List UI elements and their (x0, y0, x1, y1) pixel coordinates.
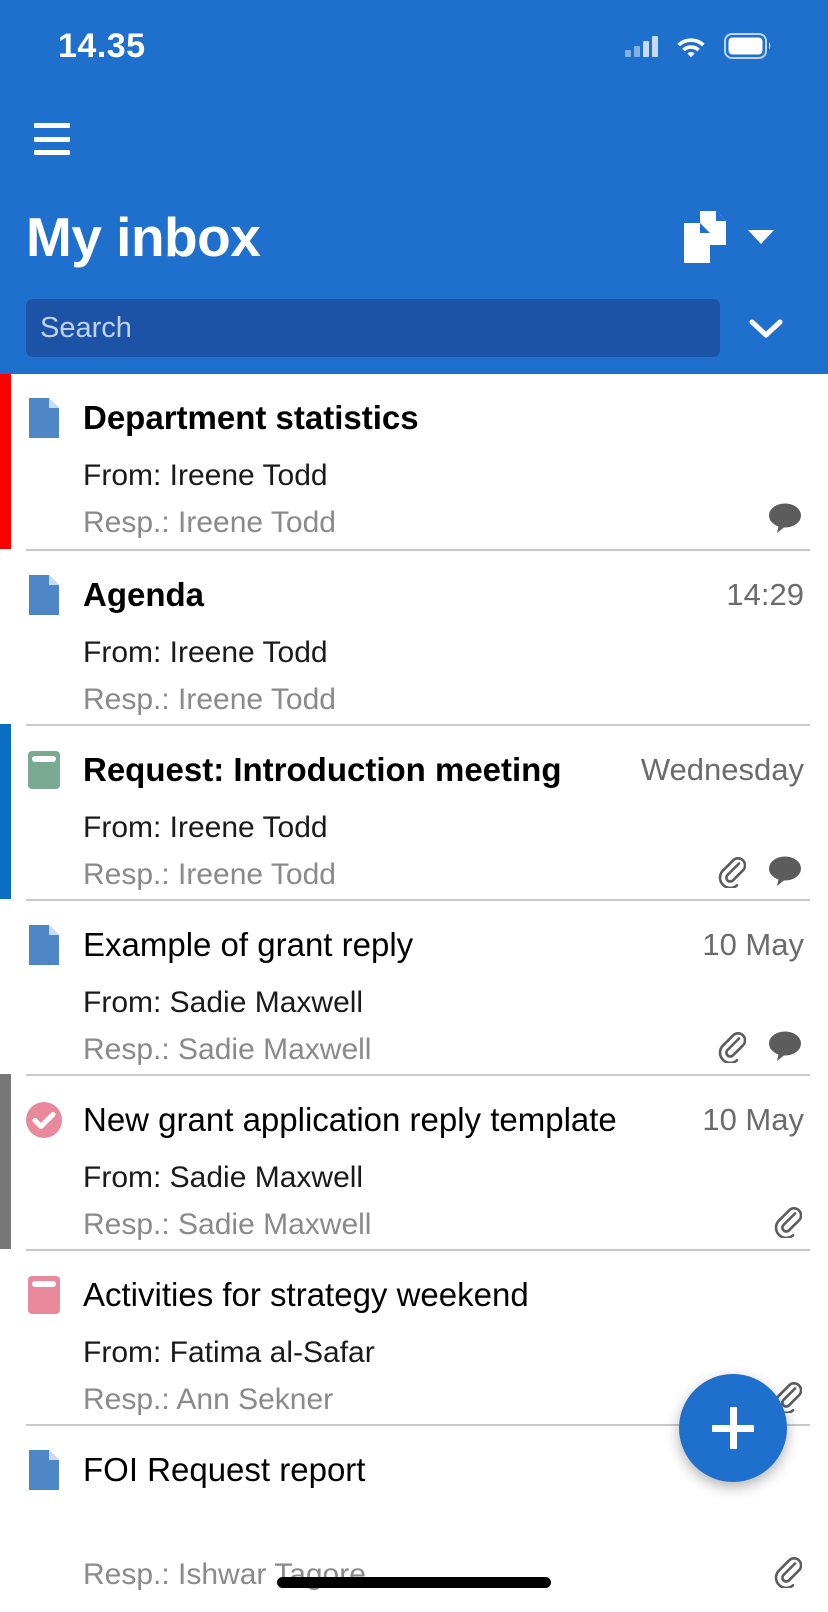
row-markers (716, 854, 802, 888)
check-circle-icon (26, 1102, 62, 1138)
list-item-title: New grant application reply template (83, 1100, 617, 1138)
status-indicators (625, 33, 772, 59)
list-item-responsible: Resp.: Ireene Todd (83, 858, 336, 891)
comment-icon (769, 503, 801, 533)
list-item-icon (26, 1273, 62, 1317)
list-item-title: FOI Request report (83, 1450, 366, 1488)
app-screen: 14.35 My inbox Search Department statist… (0, 0, 828, 1612)
list-item-content: Example of grant reply 10 May From: Sadie … (26, 899, 810, 1074)
add-new-button[interactable] (679, 1374, 787, 1482)
signal-bars-icon (625, 35, 658, 57)
list-item-from: From: Ireene Todd (83, 636, 328, 669)
comment-icon (769, 856, 801, 886)
row-markers (772, 1204, 802, 1238)
status-bar-marker (0, 1074, 11, 1249)
list-item-from: From: Ireene Todd (83, 811, 328, 844)
comment-icon (769, 1031, 801, 1061)
list-item-from: From: Ireene Todd (83, 459, 328, 492)
row-markers (768, 502, 802, 534)
list-item-header: New grant application reply template 10 M… (26, 1098, 810, 1142)
page-title: My inbox (26, 205, 261, 268)
list-item-icon (26, 573, 62, 617)
list-item-responsible: Resp.: Ireene Todd (83, 506, 336, 539)
list-item[interactable]: Request: Introduction meeting Wednesday Fr… (0, 724, 828, 899)
list-item-from: From: Sadie Maxwell (83, 1161, 364, 1194)
list-item-date: 10 May (702, 927, 804, 962)
list-item-icon (26, 923, 62, 967)
wifi-icon (677, 38, 705, 58)
list-item[interactable]: Agenda 14:29 From: Ireene Todd Resp.: Ireen… (0, 549, 828, 724)
list-item-content: Request: Introduction meeting Wednesday Fr… (26, 724, 810, 899)
list-item-from: From: Fatima al-Safar (83, 1336, 375, 1369)
status-bar-marker (0, 374, 11, 549)
attachment-icon (774, 1207, 802, 1238)
list-item-responsible: Resp.: Ireene Todd (83, 683, 336, 716)
document-icon (29, 398, 59, 438)
home-indicator (277, 1577, 551, 1588)
list-item-title: Department statistics (83, 398, 419, 436)
list-item-header: Department statistics (26, 396, 810, 440)
list-item[interactable]: Department statistics From: Ireene Todd Re… (0, 374, 828, 549)
list-item-content: New grant application reply template 10 M… (26, 1074, 810, 1249)
attachment-icon (774, 1557, 802, 1588)
list-item[interactable]: Example of grant reply 10 May From: Sadie … (0, 899, 828, 1074)
binder-icon (28, 751, 60, 789)
list-item-header: Agenda 14:29 (26, 573, 810, 617)
list-item-icon (26, 1448, 62, 1492)
list-item-title: Activities for strategy weekend (83, 1275, 529, 1313)
list-item-title: Request: Introduction meeting (83, 750, 562, 788)
battery-full-icon (724, 33, 771, 59)
caret-down-icon[interactable] (748, 230, 774, 244)
search-row (0, 299, 828, 357)
search-input[interactable] (26, 299, 720, 357)
list-item-header: Request: Introduction meeting Wednesday (26, 748, 810, 792)
list-item-date: 14:29 (726, 577, 804, 612)
list-item-content: Department statistics From: Ireene Todd Re… (26, 374, 810, 549)
list-item-icon (26, 748, 62, 792)
document-icon (29, 925, 59, 965)
list-item-responsible: Resp.: Sadie Maxwell (83, 1208, 372, 1241)
hamburger-menu-icon[interactable] (34, 123, 70, 155)
status-time: 14.35 (58, 27, 146, 65)
list-item-header: Example of grant reply 10 May (26, 923, 810, 967)
row-markers (772, 1554, 802, 1588)
copy-documents-icon[interactable] (680, 209, 734, 265)
list-item-date: Wednesday (640, 752, 804, 787)
list-item-from: From: Sadie Maxwell (83, 986, 364, 1019)
list-item[interactable]: New grant application reply template 10 M… (0, 1074, 828, 1249)
list-item-content: Agenda 14:29 From: Ireene Todd Resp.: Ireen… (26, 549, 810, 724)
attachment-icon (718, 1032, 746, 1063)
title-actions[interactable] (680, 209, 774, 265)
list-item-title: Example of grant reply (83, 925, 414, 963)
search-expand-button[interactable] (730, 299, 802, 357)
row-markers (716, 1029, 802, 1063)
list-item-responsible: Resp.: Sadie Maxwell (83, 1033, 372, 1066)
binder-icon (28, 1276, 60, 1314)
attachment-icon (718, 857, 746, 888)
list-item-icon (26, 396, 62, 440)
status-bar-marker (0, 724, 11, 899)
title-row: My inbox (0, 197, 828, 277)
list-item-header: Activities for strategy weekend (26, 1273, 810, 1317)
list-item-responsible: Resp.: Ann Sekner (83, 1383, 334, 1416)
list-item-title: Agenda (83, 575, 205, 613)
list-item-icon (26, 1098, 62, 1142)
chevron-down-icon (749, 319, 783, 338)
document-icon (29, 575, 59, 615)
list-item-date: 10 May (702, 1102, 804, 1137)
document-icon (29, 1450, 59, 1490)
app-header: 14.35 My inbox Search (0, 0, 828, 374)
status-bar: 14.35 (0, 0, 828, 92)
